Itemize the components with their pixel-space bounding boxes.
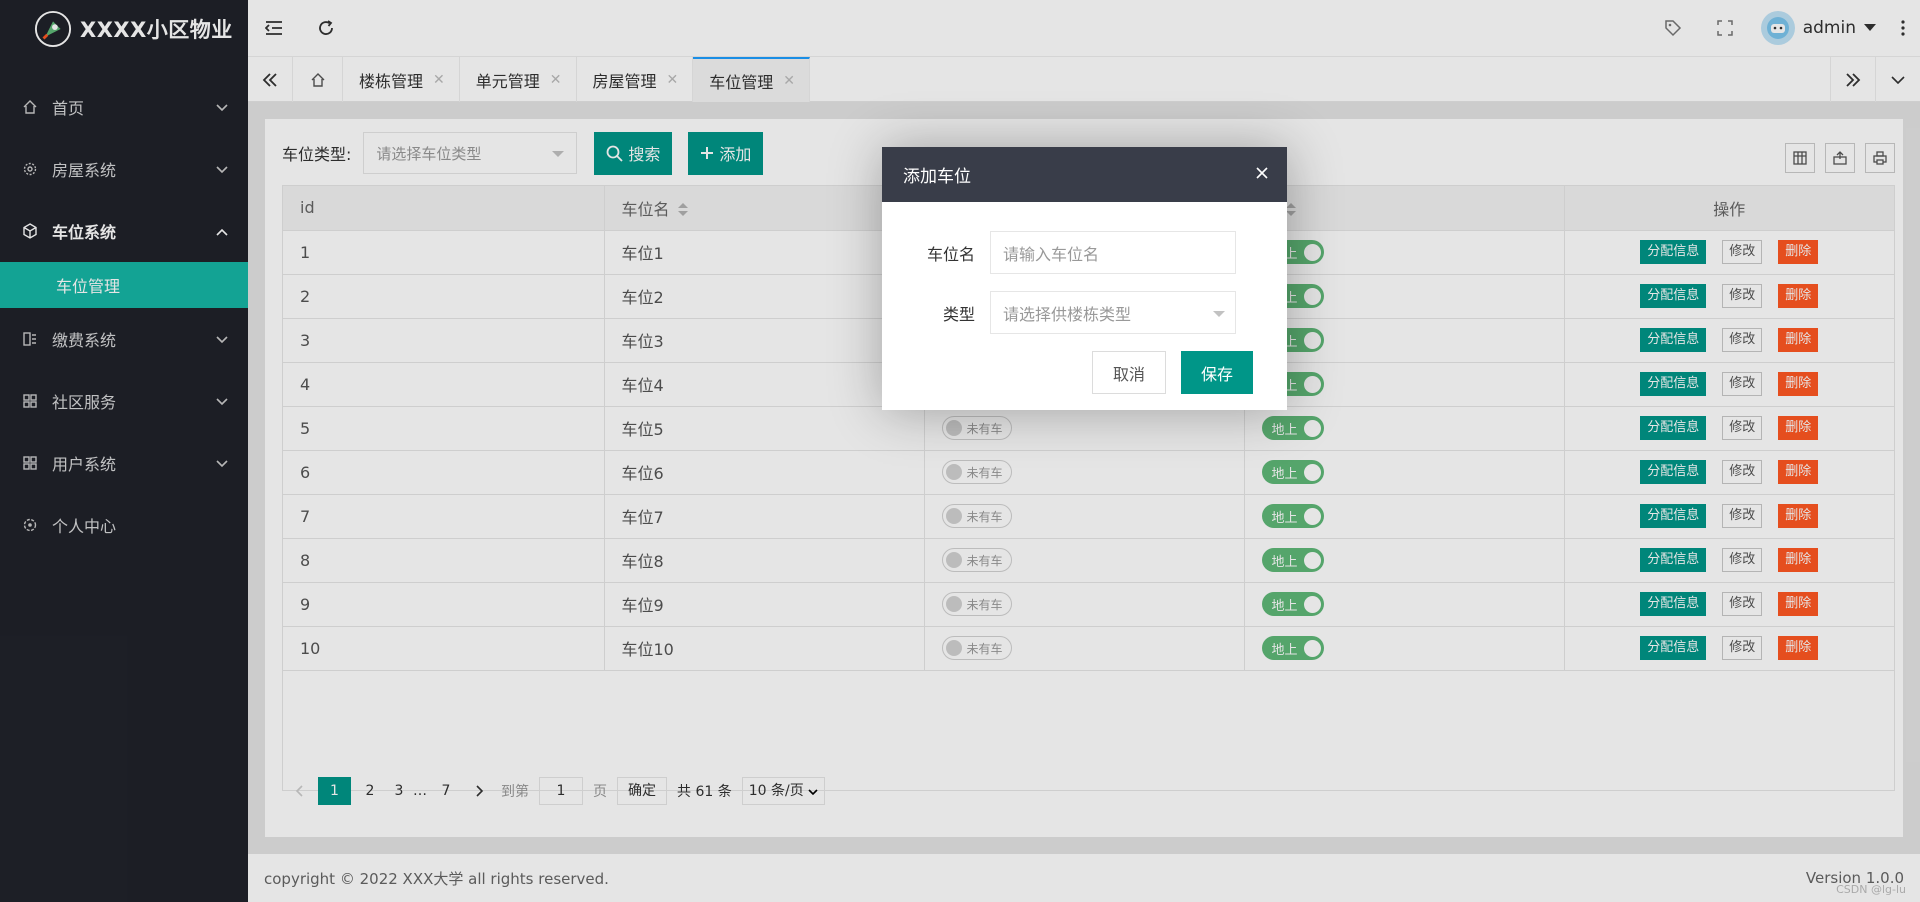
type-select[interactable]: 请选择供楼栋类型: [990, 291, 1236, 334]
watermark-text: CSDN @lg-lu: [1836, 883, 1906, 896]
modal-overlay[interactable]: [0, 0, 1920, 902]
dialog-title: 添加车位: [903, 167, 971, 187]
input-placeholder: 请输入车位名: [1003, 244, 1100, 264]
form-row-name: 车位名 请输入车位名: [882, 231, 1287, 274]
add-parking-dialog: 添加车位 车位名 请输入车位名 类型 请选择供楼栋类型 取消 保存: [882, 147, 1287, 410]
form-row-type: 类型 请选择供楼栋类型: [882, 291, 1287, 334]
parking-name-input[interactable]: 请输入车位名: [990, 231, 1236, 274]
select-placeholder: 请选择供楼栋类型: [1003, 304, 1132, 324]
dialog-actions: 取消 保存: [1091, 351, 1253, 394]
close-icon[interactable]: [1255, 165, 1269, 185]
dialog-body: 车位名 请输入车位名 类型 请选择供楼栋类型: [882, 202, 1287, 334]
dialog-title-bar: 添加车位: [882, 147, 1287, 202]
cancel-button[interactable]: 取消: [1091, 351, 1166, 394]
save-button[interactable]: 保存: [1180, 351, 1253, 394]
type-label: 类型: [942, 304, 975, 324]
caret-down-icon: [1213, 311, 1225, 317]
parking-name-label: 车位名: [926, 244, 975, 264]
